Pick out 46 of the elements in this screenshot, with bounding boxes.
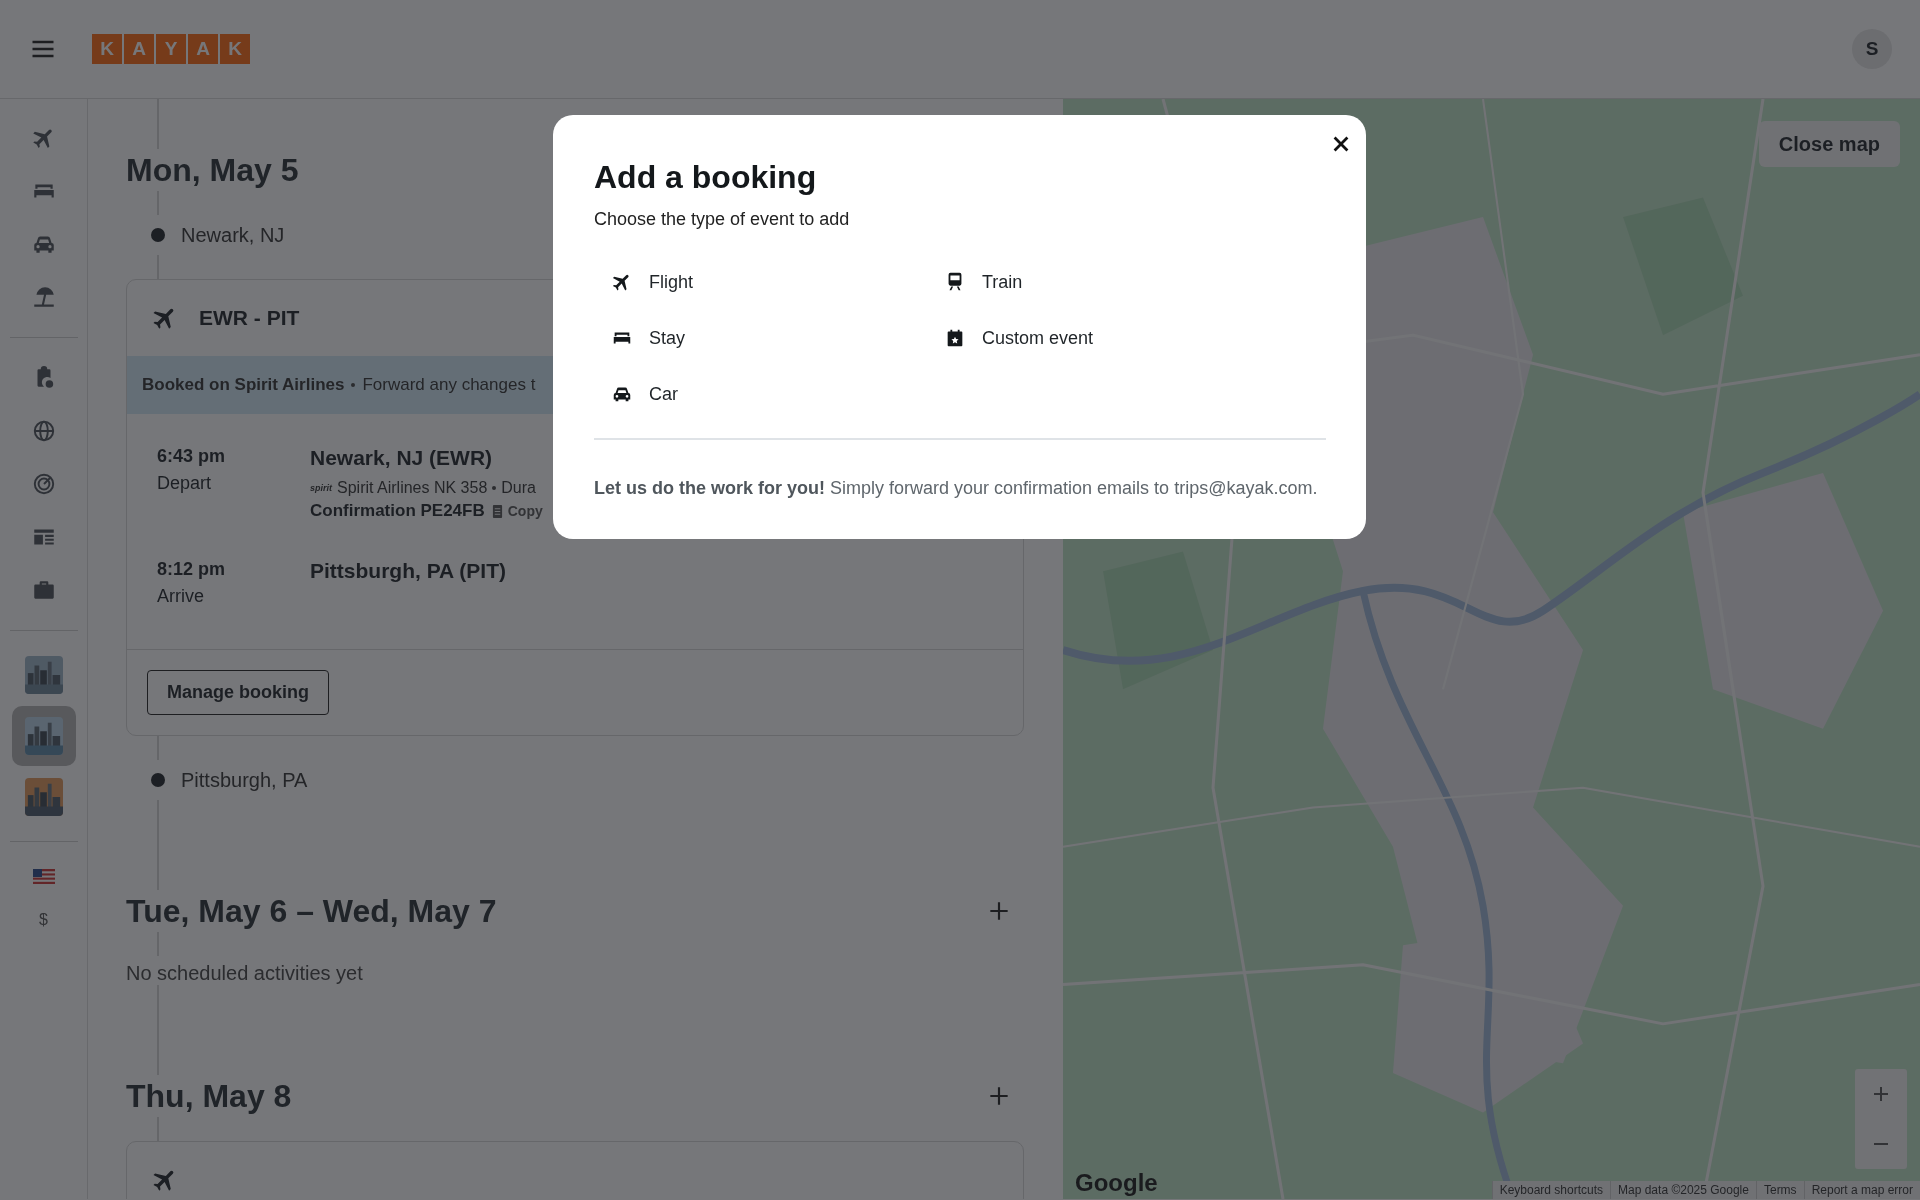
- booking-type-option[interactable]: Train: [927, 264, 1326, 300]
- confirmation-code: Confirmation PE24FB: [310, 501, 485, 521]
- logo-letter[interactable]: A: [188, 34, 218, 64]
- booking-type-option[interactable]: Custom event: [927, 320, 1326, 356]
- dialog-subtitle: Choose the type of event to add: [594, 209, 851, 230]
- airport-name: Newark, NJ (EWR): [310, 446, 494, 470]
- avatar[interactable]: S: [1852, 29, 1892, 69]
- stop-name: Newark, NJ: [181, 223, 285, 247]
- logo-letter[interactable]: Y: [156, 34, 186, 64]
- airport-name: Pittsburgh, PA (PIT): [310, 559, 507, 583]
- empty-message: No scheduled activities yet: [126, 962, 364, 985]
- currency-selector[interactable]: $: [39, 911, 48, 929]
- close-map-button[interactable]: Close map: [1758, 121, 1900, 167]
- leg-label: Arrive: [157, 586, 205, 607]
- leg-label: Depart: [157, 473, 213, 494]
- trip-button[interactable]: [11, 706, 76, 766]
- stop-name: Pittsburgh, PA: [181, 768, 308, 792]
- banner-title: Booked on Spirit Airlines: [142, 375, 345, 395]
- logo-letter[interactable]: A: [124, 34, 154, 64]
- document-icon: [491, 503, 503, 519]
- dialog-footer-text: Let us do the work for you! Simply forward your confirmation emails to trips@kayak.com.: [594, 478, 1319, 499]
- flight-route: EWR - PIT: [199, 306, 300, 330]
- booking-type-option[interactable]: Stay: [594, 320, 927, 356]
- day-title: Tue, May 6 – Wed, May 7: [126, 892, 497, 931]
- flight-number: Spirit Airlines NK 358: [337, 479, 488, 497]
- manage-booking-button[interactable]: Manage booking: [147, 670, 329, 715]
- timeline-dot: [151, 773, 165, 787]
- leg-time: 8:12 pm: [157, 559, 227, 580]
- map-logo: Google: [1075, 1169, 1158, 1197]
- timeline-dot: [151, 228, 165, 242]
- booking-type-option[interactable]: Flight: [594, 264, 927, 300]
- logo-letter[interactable]: K: [220, 34, 250, 64]
- dialog-title: Add a booking: [594, 158, 818, 197]
- attribution-link[interactable]: Terms: [1755, 1181, 1804, 1199]
- day-title: Thu, May 8: [126, 1077, 292, 1116]
- copy-button[interactable]: Copy: [491, 503, 543, 519]
- banner-text: Forward any changes t: [362, 375, 536, 395]
- attribution-link[interactable]: Keyboard shortcuts: [1491, 1181, 1610, 1199]
- flag-icon[interactable]: [32, 869, 55, 884]
- flight-duration: Dura: [501, 479, 536, 497]
- logo-letter[interactable]: K: [92, 34, 122, 64]
- leg-time: 6:43 pm: [157, 446, 227, 467]
- attribution-link[interactable]: Map data ©2025 Google: [1610, 1181, 1756, 1199]
- airline-logo: spirit: [310, 483, 332, 493]
- day-title: Mon, May 5: [126, 151, 299, 190]
- booking-type-option[interactable]: Car: [594, 376, 927, 412]
